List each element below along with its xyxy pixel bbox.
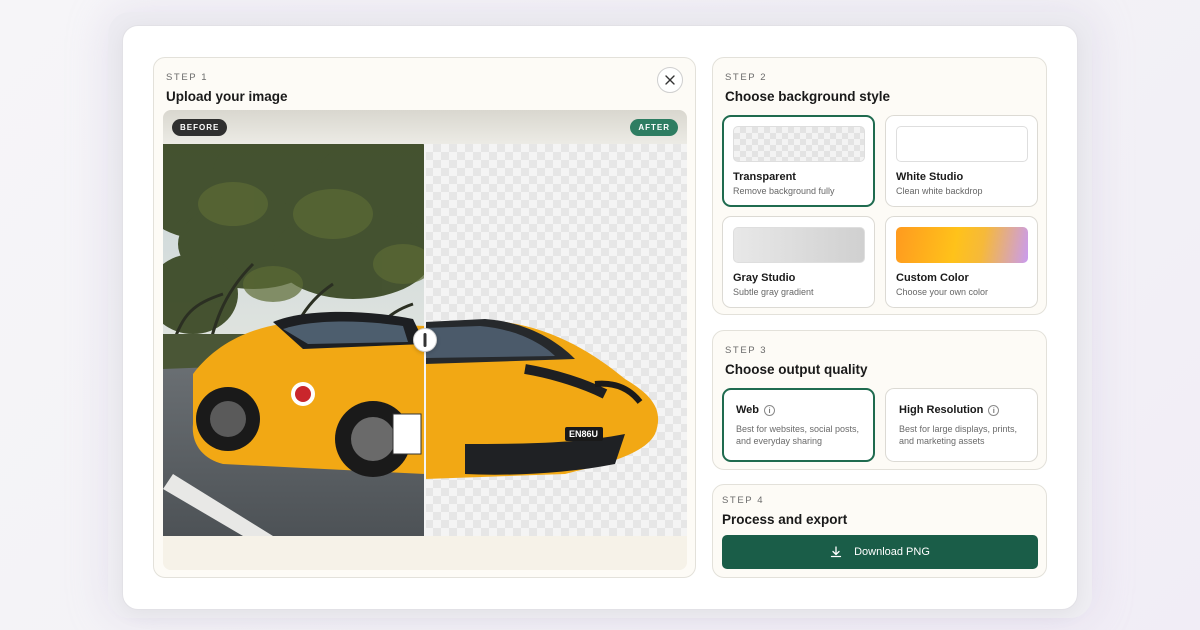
option-subtitle: Choose your own color bbox=[896, 287, 989, 297]
quality-option-web[interactable]: Web i Best for websites, social posts, a… bbox=[722, 388, 875, 462]
upload-title: Upload your image bbox=[166, 89, 288, 104]
quality-header: STEP 3 Choose output quality bbox=[725, 345, 868, 377]
after-image: EN86U bbox=[425, 144, 687, 536]
close-icon bbox=[665, 75, 675, 85]
close-button[interactable] bbox=[657, 67, 683, 93]
slider-handle-icon bbox=[423, 333, 427, 347]
quality-option-label: High Resolution bbox=[899, 404, 984, 416]
license-plate-text: EN86U bbox=[569, 429, 598, 439]
quality-option-subtitle: Best for large displays, prints, and mar… bbox=[899, 424, 1018, 446]
bg-option-gray-studio[interactable]: Gray Studio Subtle gray gradient bbox=[722, 216, 875, 308]
step-label: STEP 3 bbox=[725, 345, 768, 356]
background-header: STEP 2 Choose background style bbox=[725, 72, 890, 104]
option-title: Custom Color bbox=[896, 272, 969, 284]
preview-top-strip bbox=[163, 110, 687, 144]
download-png-button[interactable]: Download PNG bbox=[722, 535, 1038, 569]
info-icon[interactable]: i bbox=[988, 404, 1000, 416]
white-swatch bbox=[896, 126, 1028, 162]
output-quality-card: STEP 3 Choose output quality Web i Best … bbox=[712, 330, 1047, 470]
option-title: Transparent bbox=[733, 171, 796, 183]
preview-bottom-strip bbox=[163, 536, 687, 570]
before-image bbox=[163, 144, 425, 536]
download-button-label: Download PNG bbox=[854, 546, 930, 558]
image-preview: BEFORE AFTER EN86U bbox=[163, 110, 687, 570]
before-badge: BEFORE bbox=[172, 119, 228, 136]
export-header: STEP 4 Process and export bbox=[722, 495, 847, 527]
option-subtitle: Clean white backdrop bbox=[896, 186, 983, 196]
option-title: White Studio bbox=[896, 171, 964, 183]
quality-option-title: High Resolution i bbox=[899, 404, 1000, 416]
info-icon[interactable]: i bbox=[764, 404, 776, 416]
quality-option-label: Web bbox=[736, 404, 760, 416]
export-title: Process and export bbox=[722, 512, 848, 527]
after-photo: EN86U bbox=[425, 319, 659, 479]
quality-option-title: Web i bbox=[736, 404, 776, 416]
upload-header: STEP 1 Upload your image bbox=[166, 72, 288, 104]
bg-option-white-studio[interactable]: White Studio Clean white backdrop bbox=[885, 115, 1038, 207]
bg-option-transparent[interactable]: Transparent Remove background fully bbox=[722, 115, 875, 207]
background-style-card: STEP 2 Choose background style Transpare… bbox=[712, 57, 1047, 315]
step-label: STEP 1 bbox=[166, 72, 209, 83]
transparent-swatch bbox=[733, 126, 865, 162]
download-icon bbox=[830, 546, 842, 558]
upload-card: STEP 1 Upload your image BEFORE AFTER EN… bbox=[153, 57, 696, 578]
option-subtitle: Remove background fully bbox=[733, 186, 835, 196]
custom-color-swatch bbox=[896, 227, 1028, 263]
quality-option-high-resolution[interactable]: High Resolution i Best for large display… bbox=[885, 388, 1038, 462]
before-photo bbox=[163, 144, 425, 536]
background-title: Choose background style bbox=[725, 89, 891, 104]
bg-option-custom-color[interactable]: Custom Color Choose your own color bbox=[885, 216, 1038, 308]
option-title: Gray Studio bbox=[733, 272, 796, 284]
export-card: STEP 4 Process and export Download PNG bbox=[712, 484, 1047, 578]
gray-swatch bbox=[733, 227, 865, 263]
quality-title: Choose output quality bbox=[725, 362, 868, 377]
step-label: STEP 2 bbox=[725, 72, 768, 83]
after-badge: AFTER bbox=[630, 119, 678, 136]
comparison-slider-handle[interactable] bbox=[413, 328, 437, 352]
comparison-image: EN86U bbox=[163, 144, 687, 536]
option-subtitle: Subtle gray gradient bbox=[733, 287, 814, 297]
quality-option-subtitle: Best for websites, social posts, and eve… bbox=[736, 424, 860, 446]
step-label: STEP 4 bbox=[722, 495, 765, 506]
